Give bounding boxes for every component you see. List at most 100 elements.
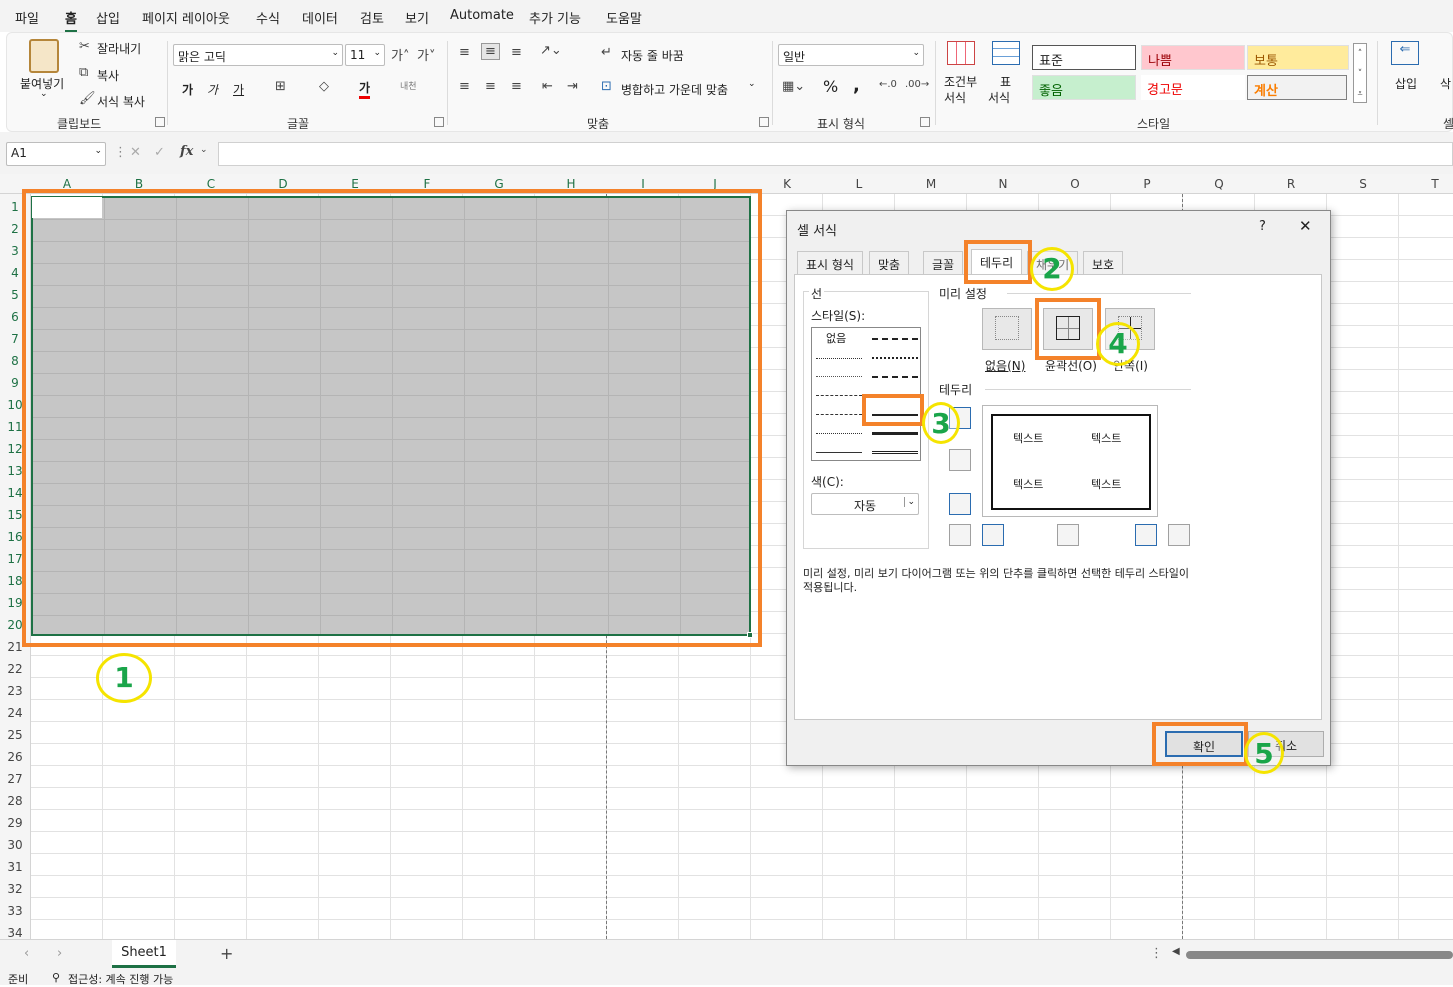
table-format-label2[interactable]: 서식 xyxy=(988,89,1010,106)
row-header[interactable]: 32 xyxy=(0,882,30,896)
align-right-icon[interactable]: ≡ xyxy=(511,79,522,94)
prev-sheet-icon[interactable]: ‹ xyxy=(24,946,29,961)
line-style-option[interactable] xyxy=(816,414,862,415)
menu-view[interactable]: 보기 xyxy=(405,8,429,27)
currency-icon[interactable]: ▦⌄ xyxy=(782,79,805,94)
number-format-combo[interactable]: 일반 ⌄ xyxy=(778,44,924,66)
delete-cells-button[interactable]: 삭 xyxy=(1440,75,1451,92)
orientation-icon[interactable]: ↗⌄ xyxy=(540,43,562,58)
menu-page-layout[interactable]: 페이지 레이아웃 xyxy=(142,8,230,27)
next-sheet-icon[interactable]: › xyxy=(57,946,62,961)
column-header[interactable]: T xyxy=(1399,177,1453,191)
menu-data[interactable]: 데이터 xyxy=(302,8,338,27)
scroll-left-icon[interactable]: ◀ xyxy=(1172,946,1180,957)
paste-icon[interactable] xyxy=(29,39,59,73)
preset-none-button[interactable] xyxy=(982,308,1032,350)
wrap-text-button[interactable]: 자동 줄 바꿈 xyxy=(621,47,684,64)
chevron-down-icon[interactable]: ⌄ xyxy=(40,89,48,99)
menu-file[interactable]: 파일 xyxy=(15,8,39,27)
tab-protection[interactable]: 보호 xyxy=(1083,251,1124,275)
border-preview[interactable]: 텍스트 텍스트 텍스트 텍스트 xyxy=(982,405,1158,517)
underline-button[interactable]: 가 xyxy=(233,81,244,98)
row-header[interactable]: 29 xyxy=(0,816,30,830)
line-style-option[interactable] xyxy=(872,357,918,359)
column-header[interactable]: O xyxy=(1039,177,1111,191)
percent-button[interactable]: % xyxy=(823,77,838,96)
tab-alignment[interactable]: 맞춤 xyxy=(869,251,910,275)
row-header[interactable]: 25 xyxy=(0,728,30,742)
row-header[interactable]: 28 xyxy=(0,794,30,808)
format-painter-button[interactable]: 서식 복사 xyxy=(97,93,145,110)
accessibility-icon[interactable]: ⚲ xyxy=(52,971,60,984)
style-warning[interactable]: 경고문 xyxy=(1141,75,1245,100)
increase-decimal-icon[interactable]: ←.0 xyxy=(879,79,897,90)
column-header[interactable]: S xyxy=(1327,177,1399,191)
line-style-option[interactable] xyxy=(872,451,918,454)
style-good[interactable]: 좋음 xyxy=(1032,75,1136,100)
enter-icon[interactable]: ✓ xyxy=(154,145,165,160)
merge-center-button[interactable]: 병합하고 가운데 맞춤 xyxy=(621,81,728,98)
conditional-format-label[interactable]: 조건부 xyxy=(944,73,977,90)
italic-button[interactable]: 가 xyxy=(207,81,218,98)
shrink-font-icon[interactable]: 가˅ xyxy=(417,45,435,64)
line-style-option[interactable] xyxy=(872,376,918,378)
menu-home[interactable]: 홈 xyxy=(65,8,77,33)
menu-automate[interactable]: Automate xyxy=(450,8,514,23)
dialog-launcher-icon[interactable] xyxy=(155,117,165,127)
decrease-indent-icon[interactable]: ⇤ xyxy=(542,79,553,94)
row-header[interactable]: 24 xyxy=(0,706,30,720)
column-header[interactable]: L xyxy=(823,177,895,191)
line-style-option[interactable] xyxy=(872,432,918,435)
style-neutral[interactable]: 보통 xyxy=(1247,45,1349,70)
borders-icon[interactable]: ⊞ xyxy=(275,79,286,94)
align-center-icon[interactable]: ≡ xyxy=(485,79,496,94)
menu-formulas[interactable]: 수식 xyxy=(256,8,280,27)
menu-review[interactable]: 검토 xyxy=(360,8,384,27)
row-header[interactable]: 26 xyxy=(0,750,30,764)
tab-font[interactable]: 글꼴 xyxy=(923,251,964,275)
add-sheet-button[interactable]: + xyxy=(220,944,233,963)
diagonal-up-button[interactable] xyxy=(949,524,971,546)
align-left-icon[interactable]: ≡ xyxy=(459,79,470,94)
row-header[interactable]: 23 xyxy=(0,684,30,698)
row-header[interactable]: 33 xyxy=(0,904,30,918)
border-right-button[interactable] xyxy=(1135,524,1157,546)
sheet-tab-sheet1[interactable]: Sheet1 xyxy=(112,940,176,968)
table-format-label[interactable]: 표 xyxy=(1000,73,1011,90)
border-color-combo[interactable]: 자동 ⌄ xyxy=(811,493,919,515)
style-normal[interactable]: 표준 xyxy=(1032,45,1136,70)
line-style-option[interactable] xyxy=(816,452,862,453)
column-header[interactable]: Q xyxy=(1183,177,1255,191)
conditional-format-icon[interactable] xyxy=(947,41,975,65)
insert-function-icon[interactable]: fx xyxy=(180,144,193,159)
row-header[interactable]: 31 xyxy=(0,860,30,874)
row-header[interactable]: 27 xyxy=(0,772,30,786)
table-format-icon[interactable] xyxy=(992,41,1020,65)
chevron-down-icon[interactable]: ⌄ xyxy=(748,79,756,89)
menu-help[interactable]: 도움말 xyxy=(606,8,642,27)
row-header[interactable]: 22 xyxy=(0,662,30,676)
chevron-down-icon[interactable]: ⌄ xyxy=(200,145,208,155)
grow-font-icon[interactable]: 가˄ xyxy=(391,45,409,64)
help-button[interactable]: ? xyxy=(1259,219,1266,234)
formula-input[interactable] xyxy=(218,142,1453,166)
font-size-combo[interactable]: 11 ⌄ xyxy=(345,44,385,66)
copy-button[interactable]: 복사 xyxy=(97,67,119,84)
menu-insert[interactable]: 삽입 xyxy=(96,8,120,27)
font-color-button[interactable]: 가 xyxy=(359,79,371,99)
fill-color-icon[interactable]: ◇ xyxy=(319,79,329,94)
tab-number[interactable]: 표시 형식 xyxy=(797,251,863,275)
font-name-combo[interactable]: 맑은 고딕 ⌄ xyxy=(173,44,343,66)
border-left-button[interactable] xyxy=(982,524,1004,546)
border-middle-vertical-button[interactable] xyxy=(1057,524,1079,546)
decrease-decimal-icon[interactable]: .00→ xyxy=(905,79,929,90)
column-header[interactable]: M xyxy=(895,177,967,191)
close-icon[interactable]: ✕ xyxy=(1299,217,1312,235)
line-style-option[interactable] xyxy=(816,376,862,377)
line-style-option[interactable] xyxy=(816,395,862,396)
horizontal-scrollbar[interactable] xyxy=(1186,951,1453,959)
column-header[interactable]: P xyxy=(1111,177,1183,191)
conditional-format-label2[interactable]: 서식 xyxy=(944,89,966,106)
border-middle-horizontal-button[interactable] xyxy=(949,449,971,471)
dialog-launcher-icon[interactable] xyxy=(920,117,930,127)
